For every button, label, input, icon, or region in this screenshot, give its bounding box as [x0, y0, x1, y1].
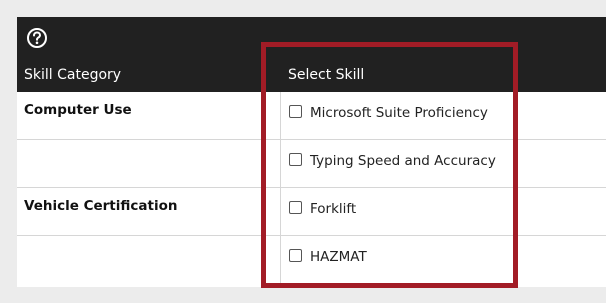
table-row: HAZMAT: [17, 236, 606, 283]
category-cell: Vehicle Certification: [17, 188, 281, 235]
column-header-skill-category: Skill Category: [24, 67, 122, 83]
category-cell: Computer Use: [17, 92, 281, 139]
table-row: Computer Use Microsoft Suite Proficiency: [17, 92, 606, 140]
category-label: Vehicle Certification: [24, 198, 178, 214]
skill-checkbox-hazmat[interactable]: [289, 249, 302, 262]
skills-table-body: Computer Use Microsoft Suite Proficiency…: [17, 92, 606, 283]
table-header: Skill Category Select Skill: [17, 17, 606, 92]
skill-checkbox-forklift[interactable]: [289, 201, 302, 214]
category-label: Computer Use: [24, 102, 132, 118]
skill-label[interactable]: Typing Speed and Accuracy: [310, 153, 496, 169]
skill-label[interactable]: HAZMAT: [310, 249, 367, 265]
skills-table-panel: Skill Category Select Skill Computer Use…: [17, 17, 606, 287]
skill-cell: HAZMAT: [281, 236, 606, 283]
column-header-select-skill: Select Skill: [288, 67, 365, 83]
skill-cell: Forklift: [281, 188, 606, 235]
skill-checkbox-microsoft-suite[interactable]: [289, 105, 302, 118]
category-cell: [17, 140, 281, 187]
skill-cell: Typing Speed and Accuracy: [281, 140, 606, 187]
question-circle-icon[interactable]: [26, 27, 48, 49]
skill-label[interactable]: Microsoft Suite Proficiency: [310, 105, 488, 121]
skill-checkbox-typing-speed[interactable]: [289, 153, 302, 166]
category-cell: [17, 236, 281, 283]
table-row: Typing Speed and Accuracy: [17, 140, 606, 188]
table-row: Vehicle Certification Forklift: [17, 188, 606, 236]
skill-label[interactable]: Forklift: [310, 201, 356, 217]
skill-cell: Microsoft Suite Proficiency: [281, 92, 606, 139]
